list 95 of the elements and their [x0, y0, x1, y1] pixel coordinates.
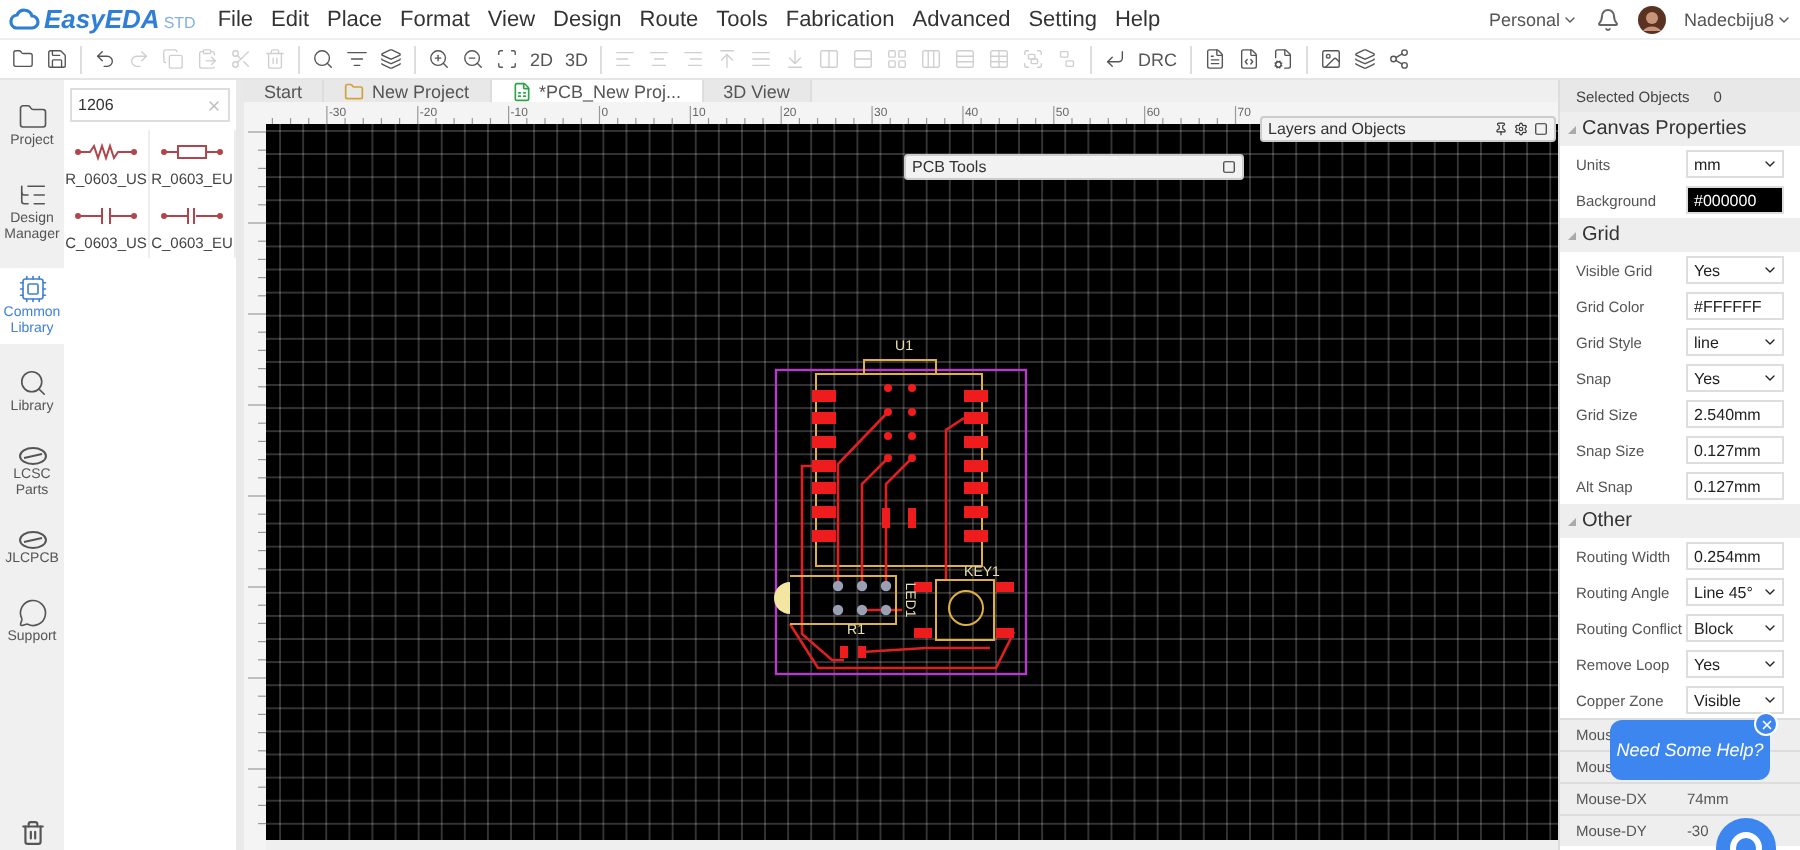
menu-item[interactable]: Format	[400, 7, 470, 31]
menu-item[interactable]: Edit	[271, 7, 310, 31]
input-field[interactable]: 0.127mm	[1686, 436, 1784, 464]
image-icon[interactable]	[1319, 48, 1342, 70]
code-file-icon[interactable]	[1237, 48, 1260, 70]
caret-icon	[1762, 370, 1778, 386]
pcb-tools-panel[interactable]: PCB Tools	[904, 154, 1244, 180]
collapse-icon	[1568, 517, 1576, 525]
toolbar-button[interactable]: 2D	[530, 49, 554, 69]
menu-item[interactable]: Tools	[716, 7, 768, 31]
ellipse-logo-icon	[17, 446, 47, 466]
avatar[interactable]	[1637, 5, 1666, 33]
section-header[interactable]: Canvas Properties	[1560, 112, 1800, 146]
input-field[interactable]: 0.254mm	[1686, 542, 1784, 570]
select-field[interactable]: Visible	[1686, 686, 1784, 714]
app-logo: EasyEDA	[44, 4, 160, 34]
caret-icon	[1762, 656, 1778, 672]
menu-item[interactable]: Fabrication	[785, 7, 895, 31]
bell-icon[interactable]	[1595, 7, 1620, 31]
select-field[interactable]: Block	[1686, 614, 1784, 642]
chip-icon	[17, 274, 47, 304]
filter-icon[interactable]	[346, 48, 368, 70]
select-field[interactable]: Yes	[1686, 650, 1784, 678]
settings-icon[interactable]	[1514, 122, 1528, 136]
capacitor-symbol-icon	[160, 206, 224, 226]
maximize-icon[interactable]	[1534, 122, 1548, 136]
folder-icon[interactable]	[12, 48, 34, 70]
layers-icon[interactable]	[380, 48, 402, 70]
caret-icon	[1762, 692, 1778, 708]
menu-item[interactable]: Setting	[1028, 7, 1097, 31]
settings-file-icon[interactable]	[1271, 48, 1294, 70]
menu-item[interactable]: Route	[639, 7, 699, 31]
document-tab[interactable]: 3D View	[703, 80, 812, 102]
caret-icon	[1762, 620, 1778, 636]
close-icon[interactable]	[1754, 712, 1778, 736]
section-header[interactable]: Grid	[1560, 218, 1800, 252]
layers-icon[interactable]	[1353, 48, 1376, 70]
document-tab[interactable]: New Project	[324, 80, 492, 102]
menu-item[interactable]: File	[217, 7, 254, 31]
select-field[interactable]: Yes	[1686, 364, 1784, 392]
save-icon[interactable]	[46, 48, 68, 70]
pin-icon[interactable]	[1494, 122, 1508, 136]
zoom-out-icon[interactable]	[462, 48, 484, 70]
document-tab[interactable]: *PCB_New Proj...	[491, 80, 704, 102]
folder-icon	[344, 81, 365, 101]
section-title: Canvas Properties	[1582, 118, 1747, 140]
collapse-icon	[1568, 125, 1576, 133]
ellipse-logo-icon	[17, 530, 47, 550]
list-tree-icon	[17, 180, 47, 210]
fit-icon[interactable]	[496, 48, 518, 70]
search-icon	[17, 368, 47, 398]
folder-icon	[17, 102, 47, 132]
select-field[interactable]: line	[1686, 328, 1784, 356]
caret-icon	[1762, 334, 1778, 350]
document-icon[interactable]	[1203, 48, 1226, 70]
cloud-logo-icon	[8, 8, 40, 30]
chat-bubble-icon	[17, 598, 47, 628]
search-field[interactable]: 1206	[70, 88, 230, 122]
menu-item[interactable]: Advanced	[912, 7, 1011, 31]
menu-item[interactable]: Place	[327, 7, 383, 31]
input-field[interactable]: 2.540mm	[1686, 400, 1784, 428]
search-icon[interactable]	[312, 48, 334, 70]
menu-item[interactable]: Design	[553, 7, 622, 31]
document-tab[interactable]: Start	[244, 80, 325, 102]
share-icon[interactable]	[1387, 48, 1410, 70]
menu-item[interactable]: View	[487, 7, 536, 31]
maximize-icon[interactable]	[1222, 160, 1236, 174]
section-title: Other	[1582, 510, 1633, 532]
workspace-dropdown[interactable]: Personal	[1488, 9, 1578, 29]
resistor-symbol-icon	[160, 142, 224, 162]
menu-item[interactable]: Help	[1114, 7, 1161, 31]
toolbar-button[interactable]: 3D	[565, 49, 589, 69]
board-icon	[511, 81, 532, 101]
layers-panel[interactable]: Layers and Objects	[1260, 116, 1556, 142]
caret-icon	[1762, 262, 1778, 278]
collapse-icon	[1568, 231, 1576, 239]
section-title: Grid	[1582, 224, 1620, 246]
zoom-in-icon[interactable]	[428, 48, 450, 70]
select-field[interactable]: Yes	[1686, 256, 1784, 284]
section-header[interactable]: Other	[1560, 504, 1800, 538]
input-field[interactable]: 0.127mm	[1686, 472, 1784, 500]
capacitor-symbol-icon	[74, 206, 138, 226]
caret-icon	[1762, 156, 1778, 172]
trash-icon[interactable]	[19, 820, 45, 846]
undo-icon[interactable]	[94, 48, 116, 70]
user-menu[interactable]: Nadecbiju8	[1683, 9, 1792, 29]
select-field[interactable]: mm	[1686, 150, 1784, 178]
caret-icon	[1762, 584, 1778, 600]
edition-label: STD	[163, 13, 196, 31]
select-field[interactable]: Line 45°	[1686, 578, 1784, 606]
route-icon[interactable]	[1104, 48, 1127, 70]
toolbar-button[interactable]: DRC	[1138, 49, 1178, 69]
color-field[interactable]: #000000	[1686, 186, 1784, 214]
color-field[interactable]: #FFFFFF	[1686, 292, 1784, 320]
resistor-symbol-icon	[74, 142, 138, 162]
